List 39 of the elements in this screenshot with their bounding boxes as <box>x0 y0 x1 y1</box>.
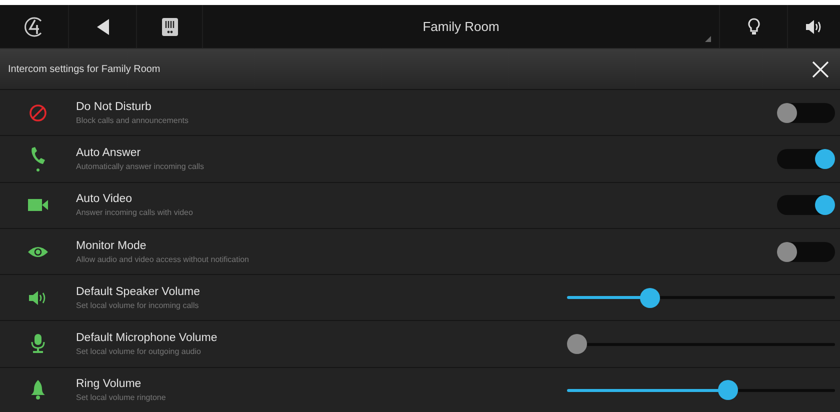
room-title[interactable]: Family Room <box>422 19 500 34</box>
setting-label: Auto Answer <box>76 146 142 159</box>
microphone-icon <box>31 334 45 354</box>
setting-label: Default Speaker Volume <box>76 286 202 298</box>
toggle-switch[interactable] <box>777 148 835 169</box>
panel-title: Intercom settings for Family Room <box>8 64 160 74</box>
video-camera-icon <box>28 199 48 212</box>
toggle-switch[interactable] <box>777 102 835 123</box>
eye-icon <box>28 246 48 258</box>
back-icon[interactable] <box>96 18 108 34</box>
setting-label: Ring Volume <box>76 378 142 390</box>
setting-description: Set local volume for outgoing audio <box>76 347 202 356</box>
toggle-switch[interactable] <box>777 242 835 262</box>
toggle-switch[interactable] <box>777 195 835 216</box>
lightbulb-icon[interactable] <box>748 18 760 36</box>
dropdown-corner-icon <box>705 36 711 42</box>
setting-label: Default Microphone Volume <box>76 332 218 344</box>
slider-thumb[interactable] <box>640 288 660 308</box>
close-icon[interactable] <box>812 60 829 78</box>
setting-label: Do Not Disturb <box>76 100 152 113</box>
bell-icon <box>30 380 46 400</box>
setting-label: Monitor Mode <box>76 240 148 252</box>
speaker-icon <box>29 290 47 305</box>
speaker-icon[interactable] <box>806 20 822 34</box>
setting-description: Answer incoming calls with video <box>76 208 194 218</box>
volume-slider[interactable] <box>567 288 835 308</box>
volume-slider[interactable] <box>567 380 835 400</box>
slider-thumb[interactable] <box>567 334 587 354</box>
setting-description: Allow audio and video access without notification <box>76 254 250 264</box>
volume-slider[interactable] <box>567 334 835 354</box>
phone-icon <box>30 146 46 172</box>
no-entry-icon <box>29 104 47 122</box>
setting-description: Block calls and announcements <box>76 116 190 125</box>
slider-thumb[interactable] <box>718 380 738 400</box>
keypad-icon[interactable] <box>162 18 178 36</box>
setting-description: Set local volume ringtone <box>76 393 167 402</box>
setting-description: Automatically answer incoming calls <box>76 162 206 171</box>
setting-label: Auto Video <box>76 193 134 206</box>
setting-description: Set local volume for incoming calls <box>76 300 200 310</box>
